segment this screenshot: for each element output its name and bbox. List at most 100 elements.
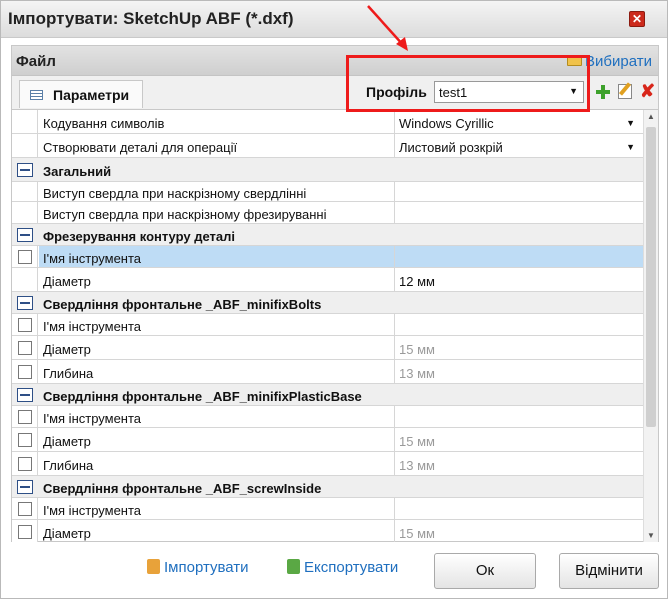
property-row[interactable]: Глибина 13 мм: [12, 452, 643, 476]
property-row[interactable]: Глибина 13 мм: [12, 360, 643, 384]
tab-label: Параметри: [53, 87, 130, 103]
vertical-scrollbar[interactable]: ▲ ▼: [643, 110, 658, 542]
property-value-cell[interactable]: 15 мм: [394, 336, 643, 359]
edit-icon[interactable]: [618, 84, 632, 99]
property-name: Глибина: [43, 366, 94, 381]
close-icon[interactable]: ✕: [629, 11, 645, 27]
property-value-cell[interactable]: 15 мм: [394, 428, 643, 451]
group-title: Фрезерування контуру деталі: [43, 229, 236, 244]
property-name: Створювати деталі для операції: [43, 140, 238, 155]
property-rows: Кодування символів Windows Cyrillic ▼ Створ…: [12, 110, 643, 542]
property-row[interactable]: І'мя інструмента: [12, 246, 643, 268]
choose-label: Вибирати: [585, 53, 652, 70]
chevron-down-icon[interactable]: ▼: [626, 142, 635, 152]
group-title: Свердління фронтальне _ABF_minifixPlasti…: [43, 389, 362, 404]
property-row[interactable]: Діаметр 12 мм: [12, 268, 643, 292]
property-row[interactable]: Створювати деталі для операції Листовий р…: [12, 134, 643, 158]
profile-value: test1: [439, 85, 468, 100]
import-link[interactable]: Імпортувати: [147, 559, 249, 576]
property-row[interactable]: Кодування символів Windows Cyrillic ▼: [12, 110, 643, 134]
property-name: Діаметр: [43, 274, 91, 289]
group-row[interactable]: Свердління фронтальне _ABF_minifixPlasti…: [12, 384, 643, 406]
export-icon: [287, 559, 300, 574]
property-row[interactable]: Виступ свердла при наскрізному фрезирува…: [12, 202, 643, 224]
export-label: Експортувати: [304, 559, 399, 576]
row-checkbox[interactable]: [18, 410, 32, 424]
choose-link[interactable]: Вибирати: [567, 53, 652, 70]
row-checkbox[interactable]: [18, 318, 32, 332]
collapse-icon[interactable]: [17, 388, 33, 402]
plus-icon[interactable]: [596, 85, 610, 99]
folder-icon: [567, 55, 583, 66]
property-value-cell[interactable]: [394, 498, 643, 519]
collapse-icon[interactable]: [17, 228, 33, 242]
property-value: 13 мм: [399, 458, 435, 473]
property-row[interactable]: І'мя інструмента: [12, 314, 643, 336]
row-checkbox[interactable]: [18, 502, 32, 516]
row-checkbox[interactable]: [18, 250, 32, 264]
delete-icon[interactable]: ✘: [640, 82, 655, 100]
group-title: Свердління фронтальне _ABF_minifixBolts: [43, 297, 322, 312]
property-row[interactable]: Діаметр 15 мм: [12, 336, 643, 360]
property-name: Виступ свердла при наскрізному свердлінн…: [43, 186, 307, 201]
row-checkbox[interactable]: [18, 525, 32, 539]
ok-button[interactable]: Ок: [434, 553, 536, 589]
group-row[interactable]: Фрезерування контуру деталі: [12, 224, 643, 246]
property-value-cell[interactable]: 13 мм: [394, 360, 643, 383]
profile-select[interactable]: test1 ▼: [434, 81, 584, 103]
scroll-thumb[interactable]: [646, 127, 656, 427]
property-row[interactable]: І'мя інструмента: [12, 498, 643, 520]
property-name: Діаметр: [43, 434, 91, 449]
property-value-cell[interactable]: 12 мм: [394, 268, 643, 291]
tab-parameters[interactable]: Параметри: [19, 80, 143, 108]
chevron-down-icon[interactable]: ▼: [626, 118, 635, 128]
property-value-cell[interactable]: 15 мм: [394, 520, 643, 542]
cancel-button[interactable]: Відмінити: [559, 553, 659, 589]
collapse-icon[interactable]: [17, 163, 33, 177]
row-checkbox[interactable]: [18, 341, 32, 355]
property-name: І'мя інструмента: [43, 503, 142, 518]
collapse-icon[interactable]: [17, 296, 33, 310]
row-gutter: [12, 182, 38, 201]
row-checkbox[interactable]: [18, 433, 32, 447]
group-row[interactable]: Свердління фронтальне _ABF_screwInside: [12, 476, 643, 498]
row-checkbox[interactable]: [18, 457, 32, 471]
property-value-cell[interactable]: [394, 314, 643, 335]
property-name: Глибина: [43, 458, 94, 473]
property-row[interactable]: Діаметр 15 мм: [12, 428, 643, 452]
profile-label: Профіль: [366, 84, 427, 100]
import-dialog: Імпортувати: SketchUp ABF (*.dxf) ✕ Файл…: [0, 0, 668, 599]
scroll-up-icon[interactable]: ▲: [647, 112, 655, 121]
property-value-cell[interactable]: [394, 182, 643, 201]
property-name: Кодування символів: [43, 116, 165, 131]
import-icon: [147, 559, 160, 574]
group-row[interactable]: Свердління фронтальне _ABF_minifixBolts: [12, 292, 643, 314]
row-gutter: [12, 110, 38, 133]
property-grid: Кодування символів Windows Cyrillic ▼ Створ…: [12, 109, 658, 542]
property-value-cell[interactable]: 13 мм: [394, 452, 643, 475]
scroll-down-icon[interactable]: ▼: [647, 531, 655, 540]
group-title: Свердління фронтальне _ABF_screwInside: [43, 481, 322, 496]
property-name: І'мя інструмента: [43, 411, 142, 426]
property-value-cell[interactable]: [394, 406, 643, 427]
property-name: Виступ свердла при наскрізному фрезирува…: [43, 207, 327, 222]
property-row[interactable]: І'мя інструмента: [12, 406, 643, 428]
property-value-cell[interactable]: [394, 202, 643, 223]
chevron-down-icon: ▼: [569, 86, 578, 96]
collapse-icon[interactable]: [17, 480, 33, 494]
dialog-title: Імпортувати: SketchUp ABF (*.dxf): [8, 9, 294, 28]
group-row[interactable]: Загальний: [12, 158, 643, 182]
property-row[interactable]: Виступ свердла при наскрізному свердлінн…: [12, 182, 643, 202]
property-value: 15 мм: [399, 434, 435, 449]
row-checkbox[interactable]: [18, 365, 32, 379]
export-link[interactable]: Експортувати: [287, 559, 398, 576]
property-select[interactable]: Листовий розкрій ▼: [394, 134, 643, 157]
property-value-cell[interactable]: [394, 246, 643, 267]
property-select[interactable]: Windows Cyrillic ▼: [394, 110, 643, 133]
property-value: Листовий розкрій: [399, 140, 503, 155]
row-gutter: [12, 134, 38, 157]
property-row[interactable]: Діаметр 15 мм: [12, 520, 643, 542]
property-name: І'мя інструмента: [43, 319, 142, 334]
property-value: Windows Cyrillic: [399, 116, 494, 131]
title-bar: Імпортувати: SketchUp ABF (*.dxf) ✕: [1, 1, 667, 38]
